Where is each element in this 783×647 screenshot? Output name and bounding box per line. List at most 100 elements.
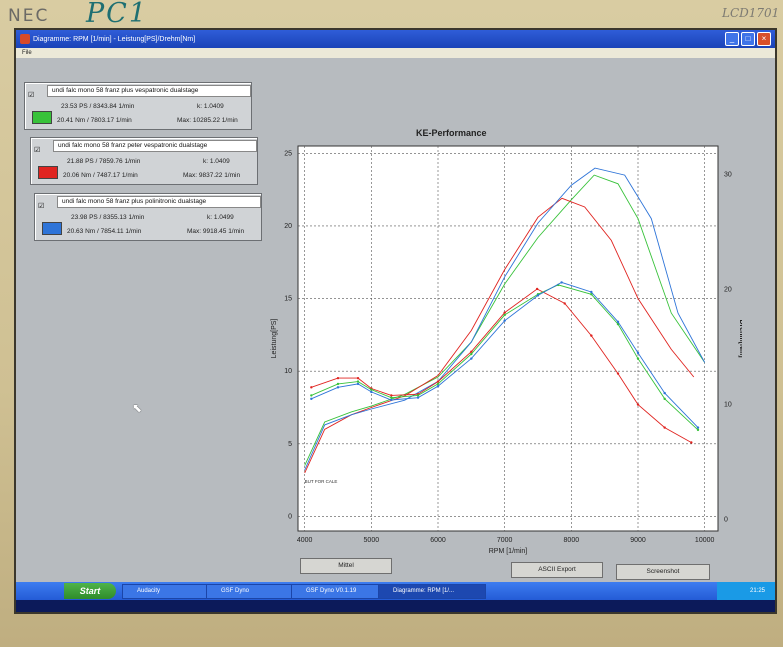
task-gsf-dyno-version[interactable]: GSF Dyno V0.1.19 [291,584,387,599]
legend-name-2: undi falc mono 58 franz peter vespatroni… [53,140,257,152]
diagram-client-area: ☑ undi falc mono 58 franz plus vespatron… [16,58,775,582]
legend-power-3: 23.98 PS / 8355.13 1/min [71,214,145,221]
data-point [356,382,360,386]
data-point [563,302,566,305]
data-point [696,426,700,429]
legend-k-3: k: 1.0499 [207,214,234,221]
x-tick-label: 6000 [430,537,446,544]
x-tick-label: 7000 [497,537,513,544]
legend-power-2: 21.88 PS / 7859.76 1/min [67,158,141,165]
screenshot-button[interactable]: Screenshot [616,564,710,580]
y2-tick-label: 0 [724,517,728,524]
data-point [636,403,640,406]
data-point [560,281,563,284]
menu-file[interactable]: File [22,50,32,56]
data-point [663,426,666,429]
legend-torque-3: 20.63 Nm / 7854.11 1/min [67,228,142,235]
legend-entry-2: ☑ undi falc mono 58 franz peter vespatro… [30,137,258,185]
data-point [503,319,506,322]
data-point [503,311,506,314]
y-tick-label: 10 [284,368,292,375]
data-point [370,388,373,391]
data-point [370,390,373,394]
y-tick-label: 25 [284,150,292,157]
y2-axis-label: Drehm[Nm] [738,319,742,357]
legend-checkbox-2[interactable]: ☑ [34,146,40,154]
clock: 21:25 [749,588,765,594]
data-point [356,380,360,383]
legend-torque-1: 20.41 Nm / 7803.17 1/min [57,117,132,124]
mouse-cursor-icon: ⬉ [132,401,143,415]
data-point [470,352,473,356]
y2-tick-label: 30 [724,172,732,179]
x-axis-label: RPM [1/min] [489,548,528,555]
plot-area [297,145,719,532]
data-point [536,294,540,297]
maximize-button[interactable]: □ [741,32,755,46]
data-point [663,397,666,401]
x-tick-label: 5000 [364,537,380,544]
minimize-button[interactable]: _ [725,32,739,46]
data-point [390,396,393,399]
screen: Diagramme: RPM [1/min] - Leistung[PS]/Dr… [16,30,775,612]
data-point [590,334,593,337]
y-tick-label: 5 [288,441,292,448]
data-point [356,376,360,380]
data-point [310,386,313,389]
legend-power-1: 23.53 PS / 8343.84 1/min [61,103,135,110]
data-point [616,320,620,324]
app-icon [20,34,30,44]
x-tick-label: 10000 [695,537,715,544]
legend-color-swatch-1[interactable] [32,111,52,124]
data-point [503,313,506,317]
x-tick-label: 4000 [297,537,313,544]
monitor-lower-bezel [16,612,775,647]
legend-k-1: k: 1.0409 [197,103,224,110]
monitor-brand: NEC [8,6,50,26]
legend-max-3: Max: 9918.45 1/min [187,228,245,235]
task-diagramme[interactable]: Diagramme: RPM [1/... [378,584,486,599]
start-button[interactable]: Start [64,583,116,599]
data-point [416,396,420,399]
legend-checkbox-3[interactable]: ☑ [38,202,44,210]
data-point [690,441,693,444]
legend-checkbox-1[interactable]: ☑ [28,91,34,99]
monitor-model: LCD1701 [722,6,780,20]
y2-tick-label: 20 [724,287,732,294]
data-point [390,398,393,402]
data-point [310,394,313,397]
window-title: Diagramme: RPM [1/min] - Leistung[PS]/Dr… [33,35,196,43]
data-point [436,382,440,386]
data-point [636,357,640,360]
legend-color-swatch-3[interactable] [42,222,62,235]
data-point [436,384,440,388]
performance-chart: 4000 5000 6000 7000 8000 9000 10000 0 5 10 15 20 25 0… [271,145,742,555]
y-tick-label: 15 [284,296,292,303]
y2-tick-label: 10 [724,402,732,409]
close-button[interactable]: × [757,32,771,46]
legend-max-1: Max: 10285.22 1/min [177,117,238,124]
task-gsf-dyno[interactable]: GSF Dyno [206,584,294,599]
data-point [535,287,539,291]
data-point [436,380,440,383]
legend-color-swatch-2[interactable] [38,166,58,179]
data-point [636,351,640,355]
task-audacity[interactable]: Audacity [122,584,210,599]
legend-k-2: k: 1.0409 [203,158,230,165]
data-point [616,372,620,375]
mittel-button[interactable]: Mittel [300,558,392,574]
legend-name-3: undi falc mono 58 franz plus polinitroni… [57,196,261,208]
x-tick-label: 9000 [630,537,646,544]
ascii-export-button[interactable]: ASCII Export [511,562,603,578]
data-point [336,382,340,386]
data-point [310,397,313,401]
y-tick-label: 20 [284,223,292,230]
y-axis-label: Leistung[PS] [271,319,278,359]
system-tray: 21:25 [717,582,775,600]
legend-entry-3: ☑ undi falc mono 58 franz plus polinitro… [34,193,262,241]
window-titlebar[interactable]: Diagramme: RPM [1/min] - Leistung[PS]/Dr… [16,30,775,48]
data-point [696,428,700,432]
y-tick-label: 0 [288,513,292,520]
chart-title: KE-Performance [416,128,487,138]
monitor-handwritten-label: PC1 [86,0,149,29]
